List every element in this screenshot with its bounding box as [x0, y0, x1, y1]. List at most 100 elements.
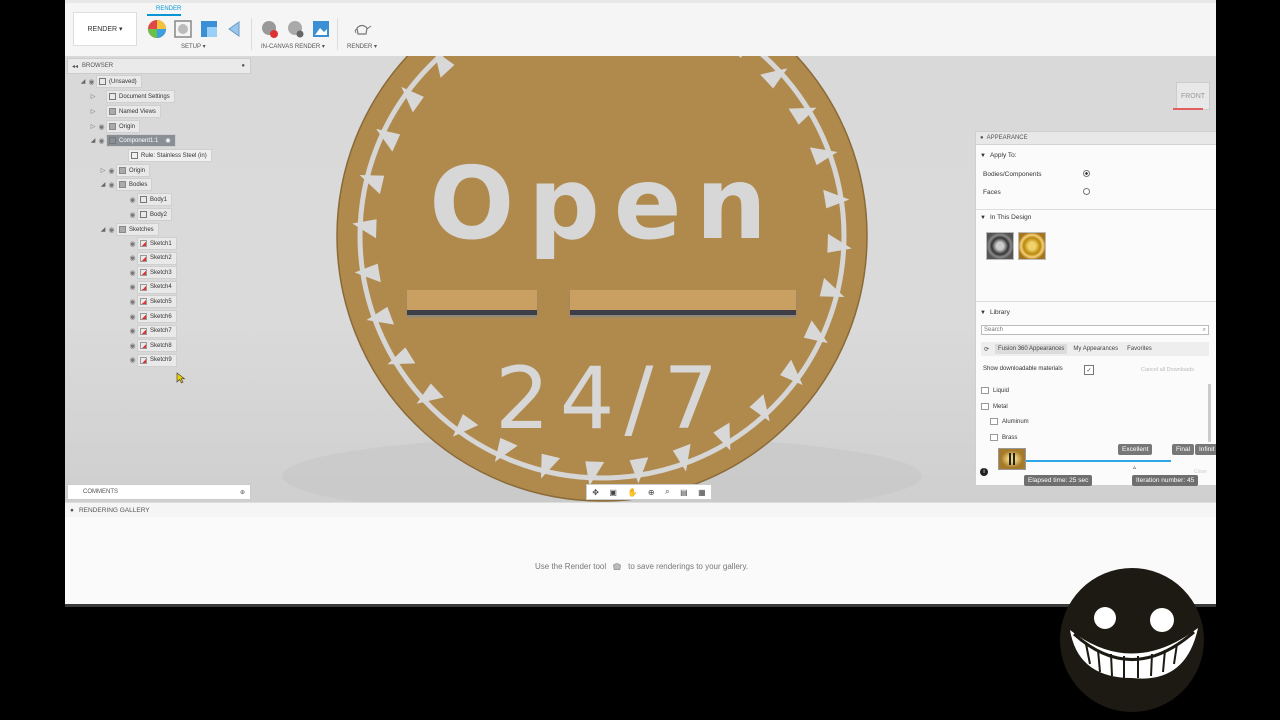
orbit-icon[interactable]: ✥ [592, 488, 599, 497]
tree-body1[interactable]: ◉ Body1 [120, 193, 173, 206]
expand-toggle-icon[interactable]: ◢ [79, 78, 87, 85]
tree-component1[interactable]: ◢ ◉ Component1:1 ◉ [89, 134, 176, 147]
shelf-left[interactable] [407, 290, 537, 315]
library-section[interactable]: ▼ Library [980, 309, 1010, 316]
visibility-eye-icon[interactable]: ◉ [128, 283, 137, 291]
library-search-input[interactable]: Search ⌕ [981, 325, 1209, 335]
collapse-panel-icon[interactable]: ◂◂ [68, 63, 82, 70]
activate-component-radio-icon[interactable]: ◉ [165, 137, 170, 144]
expand-toggle-icon[interactable]: ◢ [89, 137, 97, 144]
in-canvas-render-icon[interactable] [259, 19, 279, 39]
look-at-icon[interactable]: ▣ [609, 488, 617, 497]
add-comment-icon[interactable]: ⊕ [240, 489, 250, 496]
visibility-eye-icon[interactable]: ◉ [128, 240, 137, 248]
tree-node[interactable]: Sketch9 [137, 353, 177, 367]
viewcube[interactable]: FRONT [1176, 82, 1210, 110]
tab-my-appearances[interactable]: My Appearances [1070, 344, 1121, 354]
cancel-downloads-link[interactable]: Cancel all Downloads [1141, 367, 1194, 373]
visibility-eye-icon[interactable]: ◉ [107, 181, 116, 189]
scene-settings-icon[interactable] [147, 19, 167, 39]
visibility-eye-icon[interactable]: ◉ [128, 269, 137, 277]
pause-render-button[interactable] [998, 448, 1026, 470]
folder-liquid[interactable]: Liquid [981, 387, 1009, 394]
tree-node[interactable]: Sketch1 [137, 237, 177, 250]
tree-sketch-3[interactable]: ◉ Sketch3 [120, 266, 177, 280]
option-faces-radio[interactable] [1083, 188, 1090, 195]
visibility-eye-icon[interactable]: ◉ [128, 298, 137, 306]
tree-origin[interactable]: ▷ ◉ Origin [89, 120, 141, 133]
search-icon[interactable]: ⌕ [1203, 327, 1208, 334]
panel-pin-icon[interactable]: ● [241, 63, 250, 69]
comments-panel-header[interactable]: COMMENTS ⊕ [67, 484, 251, 500]
visibility-eye-icon[interactable]: ◉ [128, 356, 137, 364]
visibility-eye-icon[interactable]: ◉ [128, 313, 137, 321]
visibility-eye-icon[interactable]: ◉ [107, 226, 116, 234]
render-group-label[interactable]: RENDER ▾ [347, 43, 377, 50]
tree-node[interactable]: Sketch6 [137, 310, 177, 323]
tab-fusion-appearances[interactable]: Fusion 360 Appearances [995, 344, 1068, 354]
tree-sketch-8[interactable]: ◉ Sketch8 [120, 339, 177, 353]
visibility-eye-icon[interactable]: ◉ [128, 211, 137, 219]
info-icon[interactable]: i [980, 468, 988, 476]
tree-node[interactable]: Sketch2 [137, 251, 177, 265]
tree-bodies[interactable]: ◢ ◉ Bodies [99, 178, 153, 191]
tree-root[interactable]: ◢ ◉ (Unsaved) [79, 75, 142, 88]
section-collapse-icon[interactable]: ▼ [980, 215, 986, 221]
swatch-brass[interactable] [1018, 232, 1046, 260]
expand-toggle-icon[interactable]: ▷ [89, 93, 97, 100]
tree-sketch-5[interactable]: ◉ Sketch5 [120, 295, 177, 309]
visibility-eye-icon[interactable]: ◉ [97, 137, 106, 145]
tree-node[interactable]: Sketch5 [137, 295, 177, 309]
tree-sketch-9[interactable]: ◉ Sketch9 [120, 353, 177, 367]
folder-brass[interactable]: Brass [990, 434, 1017, 441]
tree-node[interactable]: Bodies [116, 178, 153, 191]
visibility-eye-icon[interactable]: ◉ [128, 254, 137, 262]
option-bodies-radio[interactable] [1083, 170, 1090, 177]
folder-metal[interactable]: Metal [981, 403, 1008, 410]
expand-toggle-icon[interactable]: ▷ [99, 167, 107, 174]
tree-sketches[interactable]: ◢ ◉ Sketches [99, 223, 159, 236]
tree-node[interactable]: Component1:1 ◉ [106, 134, 176, 147]
apply-to-section[interactable]: ▼ Apply To: [980, 152, 1017, 159]
tree-node[interactable]: Body2 [137, 208, 173, 221]
tree-node[interactable]: Sketch4 [137, 280, 177, 294]
tree-origin-comp[interactable]: ▷ ◉ Origin [99, 164, 151, 177]
render-teapot-icon[interactable] [352, 19, 372, 39]
workspace-switcher[interactable]: RENDER ▾ [73, 12, 137, 46]
appearance-icon[interactable] [173, 19, 193, 39]
tree-document-settings[interactable]: ▷ Document Settings [89, 90, 175, 103]
visibility-eye-icon[interactable]: ◉ [97, 123, 106, 131]
capture-image-icon[interactable] [311, 19, 331, 39]
swatch-steel[interactable] [986, 232, 1014, 260]
tab-render[interactable]: RENDER [156, 6, 181, 12]
in-canvas-render-group-label[interactable]: IN-CANVAS RENDER ▾ [261, 43, 325, 50]
tree-node[interactable]: Named Views [106, 105, 161, 118]
visibility-eye-icon[interactable]: ◉ [87, 78, 96, 86]
tree-node[interactable]: Sketch3 [137, 266, 177, 280]
tree-node[interactable]: Sketches [116, 223, 159, 236]
in-canvas-render-settings-icon[interactable] [285, 19, 305, 39]
tree-node[interactable]: Origin [116, 164, 151, 177]
tree-node[interactable]: (Unsaved) [96, 75, 142, 88]
tab-favorites[interactable]: Favorites [1124, 344, 1155, 354]
zoom-icon[interactable]: ⊕ [648, 488, 655, 497]
tree-sketch-7[interactable]: ◉ Sketch7 [120, 324, 177, 338]
tree-node[interactable]: Document Settings [106, 90, 175, 103]
visibility-eye-icon[interactable]: ◉ [107, 167, 116, 175]
visibility-eye-icon[interactable]: ◉ [128, 342, 137, 350]
expand-toggle-icon[interactable]: ◢ [99, 226, 107, 233]
visibility-eye-icon[interactable]: ◉ [128, 327, 137, 335]
section-collapse-icon[interactable]: ▼ [980, 310, 986, 316]
gallery-toggle-icon[interactable]: ● [65, 507, 79, 514]
tree-node[interactable]: Sketch8 [137, 339, 177, 353]
appearance-panel-header[interactable]: ● APPEARANCE [976, 132, 1216, 145]
folder-aluminum[interactable]: Aluminum [990, 418, 1029, 425]
expand-toggle-icon[interactable]: ◢ [99, 181, 107, 188]
quality-excellent-chip[interactable]: Excellent [1118, 444, 1153, 455]
refresh-icon[interactable]: ⟳ [981, 344, 992, 355]
tree-node[interactable]: Origin [106, 120, 141, 133]
decal-icon[interactable] [225, 19, 245, 39]
tree-sketch-1[interactable]: ◉ Sketch1 [120, 237, 177, 250]
tree-node[interactable]: Body1 [137, 193, 173, 206]
rendering-gallery-header[interactable]: ● RENDERING GALLERY [65, 502, 1216, 518]
